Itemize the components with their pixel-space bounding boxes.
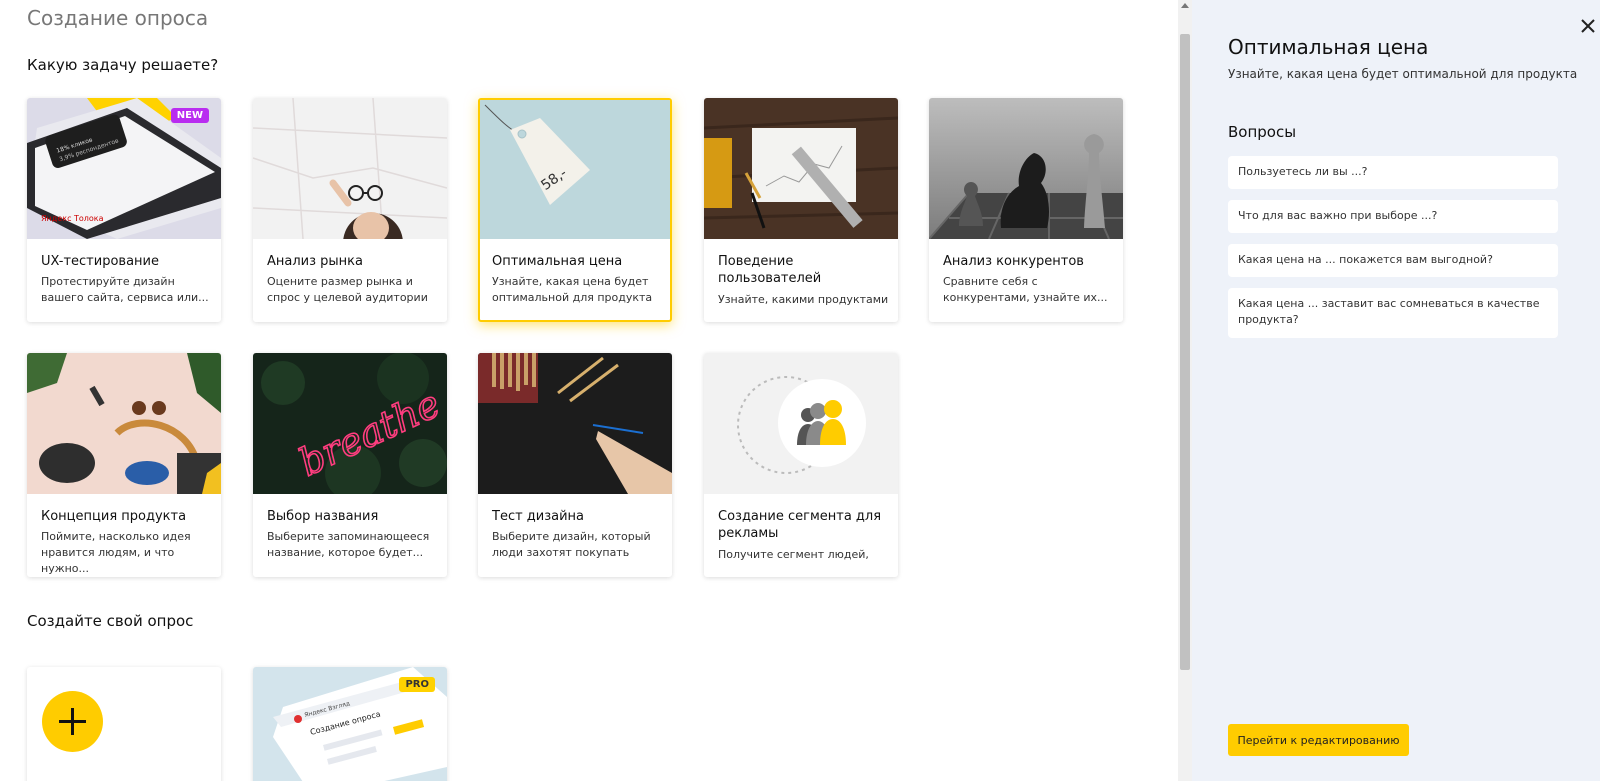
pro-badge: PRO [399,677,435,692]
new-badge: NEW [170,108,209,123]
card-ux-testing[interactable]: 18% кликов 3,9% респондентов Яндекс Толо… [27,98,221,322]
question-item: Пользуетесь ли вы ...? [1228,156,1558,189]
card-description: Получите сегмент людей, [718,548,869,561]
main-content: Создание опроса Какую задачу решаете? 18… [0,0,1178,781]
card-image: 58,- [480,100,670,239]
card-image [929,98,1123,239]
card-product-concept[interactable]: Концепция продукта Поймите, насколько ид… [27,353,221,577]
questions-heading: Вопросы [1228,123,1297,141]
close-icon[interactable] [1579,17,1597,35]
question-item: Какая цена ... заставит вас сомневаться … [1228,288,1558,338]
add-survey-button[interactable] [42,691,103,752]
create-custom-survey-card[interactable] [27,667,221,781]
card-title: Создание сегмента для рекламы [718,509,882,541]
card-image: breathe [253,353,447,494]
section-title-custom: Создайте свой опрос [27,612,194,630]
card-image: 18% кликов 3,9% респондентов Яндекс Толо… [27,98,221,239]
card-title: UX-тестирование [41,254,159,269]
card-image [478,353,672,494]
card-title: Анализ рынка [267,254,363,269]
card-market-analysis[interactable]: Анализ рынка Оцените размер рынка и спро… [253,98,447,322]
card-image [253,98,447,239]
main-scrollbar[interactable] [1178,0,1192,781]
card-description: Узнайте, какими продуктами [718,293,889,306]
card-title: Концепция продукта [41,509,187,524]
card-description: Узнайте, какая цена будет оптимальной дл… [492,275,653,304]
card-image: Яндекс Взгляд Создание опроса PRO [253,667,447,781]
card-description: Поймите, насколько идея нравится людям, … [41,530,191,575]
card-image [704,353,898,494]
card-design-test[interactable]: Тест дизайна Выберите дизайн, который лю… [478,353,672,577]
card-image [27,353,221,494]
card-description: Выберите запоминающееся название, которо… [267,530,430,559]
card-name-choice[interactable]: breathe Выбор названия Выберите запомина… [253,353,447,577]
card-title: Оптимальная цена [492,254,623,269]
card-title: Выбор названия [267,509,379,524]
plus-icon [59,708,86,735]
go-to-edit-button[interactable]: Перейти к редактированию [1228,724,1409,756]
page-title: Создание опроса [27,6,209,30]
pro-survey-card[interactable]: Яндекс Взгляд Создание опроса PRO [253,667,447,781]
card-description: Сравните себя с конкурентами, узнайте их… [943,275,1108,304]
scroll-up-arrow-icon[interactable] [1181,3,1189,8]
image-logo-text: Яндекс Толока [41,214,104,223]
scrollbar-thumb[interactable] [1180,34,1190,670]
card-title: Поведение пользователей [718,254,822,286]
panel-subtitle: Узнайте, какая цена будет оптимальной дл… [1228,67,1578,81]
question-item: Какая цена на ... покажется вам выгодной… [1228,244,1558,277]
card-description: Протестируйте дизайн вашего сайта, серви… [41,275,209,304]
card-optimal-price[interactable]: 58,- Оптимальная цена Узнайте, какая цен… [478,98,672,322]
card-ad-segment[interactable]: Создание сегмента для рекламы Получите с… [704,353,898,577]
panel-title: Оптимальная цена [1228,35,1429,59]
card-title: Тест дизайна [492,509,585,524]
card-user-behavior[interactable]: Поведение пользователей Узнайте, какими … [704,98,898,322]
card-image [704,98,898,239]
section-title-tasks: Какую задачу решаете? [27,56,219,74]
card-competitor-analysis[interactable]: Анализ конкурентов Сравните себя с конку… [929,98,1123,322]
question-item: Что для вас важно при выборе ...? [1228,200,1558,233]
card-description: Оцените размер рынка и спрос у целевой а… [267,275,428,304]
card-description: Выберите дизайн, который люди захотят по… [492,530,651,559]
card-title: Анализ конкурентов [943,254,1084,269]
template-preview-panel: Оптимальная цена Узнайте, какая цена буд… [1192,0,1600,781]
